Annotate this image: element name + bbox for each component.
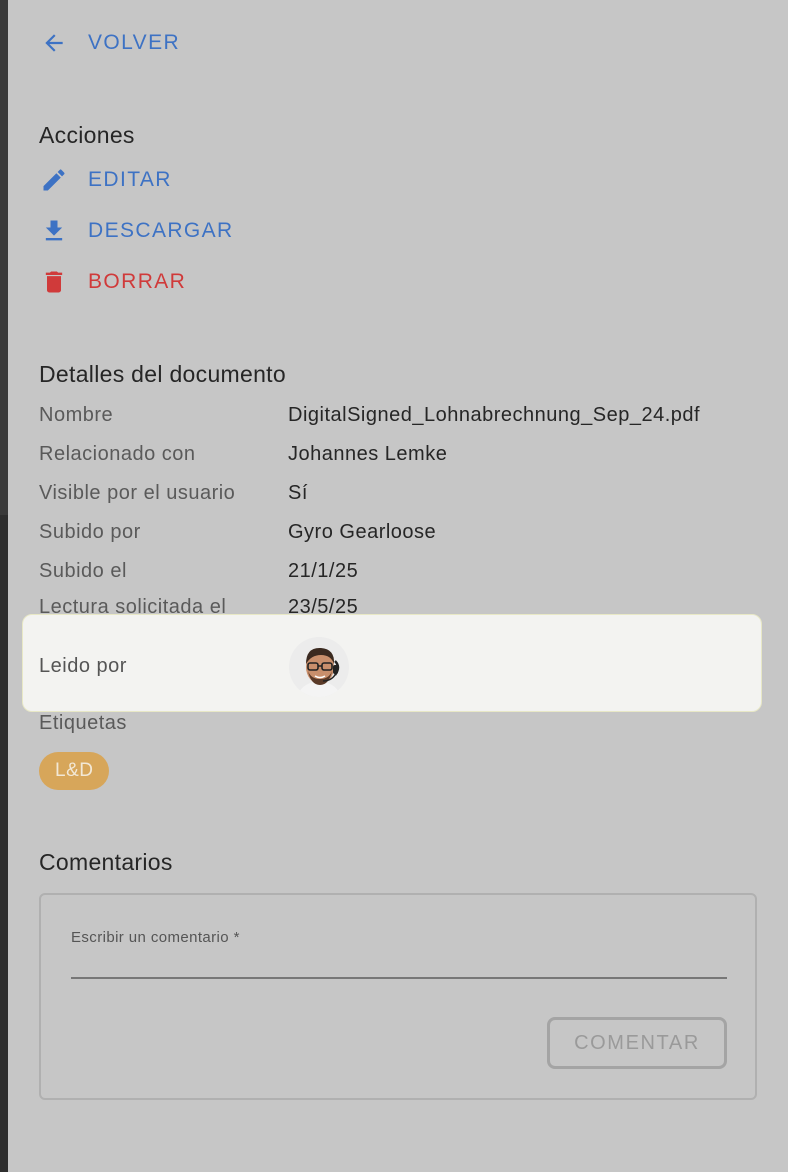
detail-value: Gyro Gearloose xyxy=(288,520,437,543)
comments-title: Comentarios xyxy=(39,849,173,875)
document-detail-panel: VOLVER Acciones EDITAR DESCARGAR BORRAR … xyxy=(8,0,788,1172)
comment-input-label: Escribir un comentario * xyxy=(71,929,240,946)
read-by-label: Leido por xyxy=(39,655,127,677)
detail-label: Lectura solicitada el xyxy=(39,596,227,614)
detail-label: Relacionado con xyxy=(39,442,196,465)
back-button[interactable]: VOLVER xyxy=(38,26,180,60)
detail-label: Subido por xyxy=(39,520,141,543)
detail-label: Subido el xyxy=(39,559,127,582)
edit-button[interactable]: EDITAR xyxy=(38,162,172,198)
delete-label: BORRAR xyxy=(88,270,187,293)
detail-label: Nombre xyxy=(39,403,114,426)
detail-value: DigitalSigned_Lohnabrechnung_Sep_24.pdf xyxy=(288,403,701,426)
detail-value: Sí xyxy=(288,481,308,504)
delete-button[interactable]: BORRAR xyxy=(38,264,186,300)
actions-title: Acciones xyxy=(39,122,135,148)
detail-value: 21/1/25 xyxy=(288,559,359,582)
detail-row-related: Relacionado con Johannes Lemke xyxy=(39,440,759,468)
detail-label: Visible por el usuario xyxy=(39,481,236,504)
avatar[interactable] xyxy=(289,637,349,697)
trash-icon xyxy=(38,266,70,298)
left-window-edge xyxy=(0,0,8,1172)
detail-value: 23/5/25 xyxy=(288,596,359,614)
download-label: DESCARGAR xyxy=(88,219,234,242)
detail-row-read-requested: Lectura solicitada el 23/5/25 xyxy=(39,596,759,614)
detail-value: Johannes Lemke xyxy=(288,442,448,465)
tag-chip[interactable]: L&D xyxy=(39,752,110,790)
download-button[interactable]: DESCARGAR xyxy=(38,213,234,249)
download-icon xyxy=(38,215,70,247)
pencil-icon xyxy=(38,164,70,196)
tags-label: Etiquetas xyxy=(39,712,127,734)
detail-row-visible: Visible por el usuario Sí xyxy=(39,479,759,507)
comment-form: Escribir un comentario * COMENTAR xyxy=(39,893,757,1100)
detail-row-name: Nombre DigitalSigned_Lohnabrechnung_Sep_… xyxy=(39,401,759,429)
detail-row-uploaded-on: Subido el 21/1/25 xyxy=(39,557,759,585)
details-title: Detalles del documento xyxy=(39,361,286,387)
edit-label: EDITAR xyxy=(88,168,172,191)
read-by-row: Leido por xyxy=(22,614,762,712)
arrow-left-icon xyxy=(38,27,70,59)
detail-row-uploaded-by: Subido por Gyro Gearloose xyxy=(39,518,759,546)
back-label: VOLVER xyxy=(88,31,181,54)
comment-submit-button[interactable]: COMENTAR xyxy=(547,1017,727,1069)
comment-input[interactable]: Escribir un comentario * xyxy=(71,925,727,979)
